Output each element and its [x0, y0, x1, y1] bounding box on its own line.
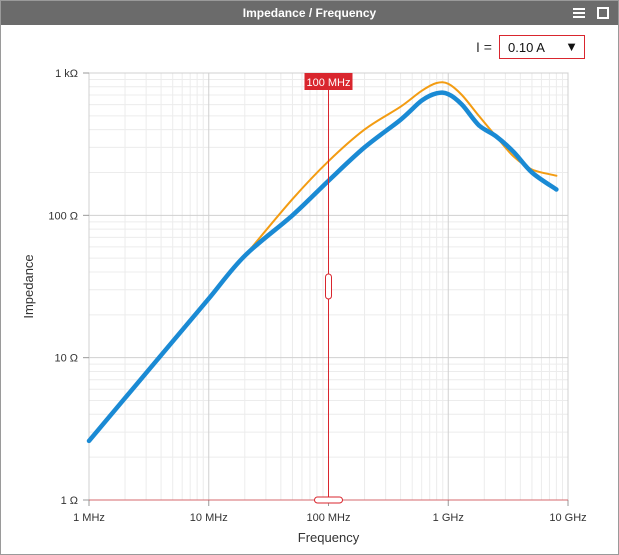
y-axis-title: Impedance	[21, 254, 36, 318]
x-axis-title: Frequency	[298, 530, 360, 545]
impedance-chart: 1 MHz 10 MHz 100 MHz 1 GHz 10 GHz 1 Ω 10 Ω 100 …	[21, 68, 587, 545]
cursor-horizontal-handle[interactable]	[314, 496, 343, 504]
cursor-vertical-handle[interactable]	[325, 273, 332, 300]
x-tick-label: 10 GHz	[549, 512, 586, 524]
x-tick-label: 1 MHz	[73, 512, 105, 524]
y-tick-label: 10 Ω	[54, 353, 78, 365]
chart-panel: Impedance / Frequency I = 0.10 A ▼ 1 MHz…	[0, 0, 619, 555]
x-tick-label: 1 GHz	[433, 512, 464, 524]
y-tick-label: 1 Ω	[61, 495, 78, 507]
y-tick-label: 100 Ω	[48, 210, 78, 222]
x-tick-label: 10 MHz	[190, 512, 228, 524]
cursor-label: 100 MHz	[306, 77, 350, 89]
x-tick-label: 100 MHz	[306, 512, 350, 524]
y-tick-label: 1 kΩ	[55, 68, 78, 80]
